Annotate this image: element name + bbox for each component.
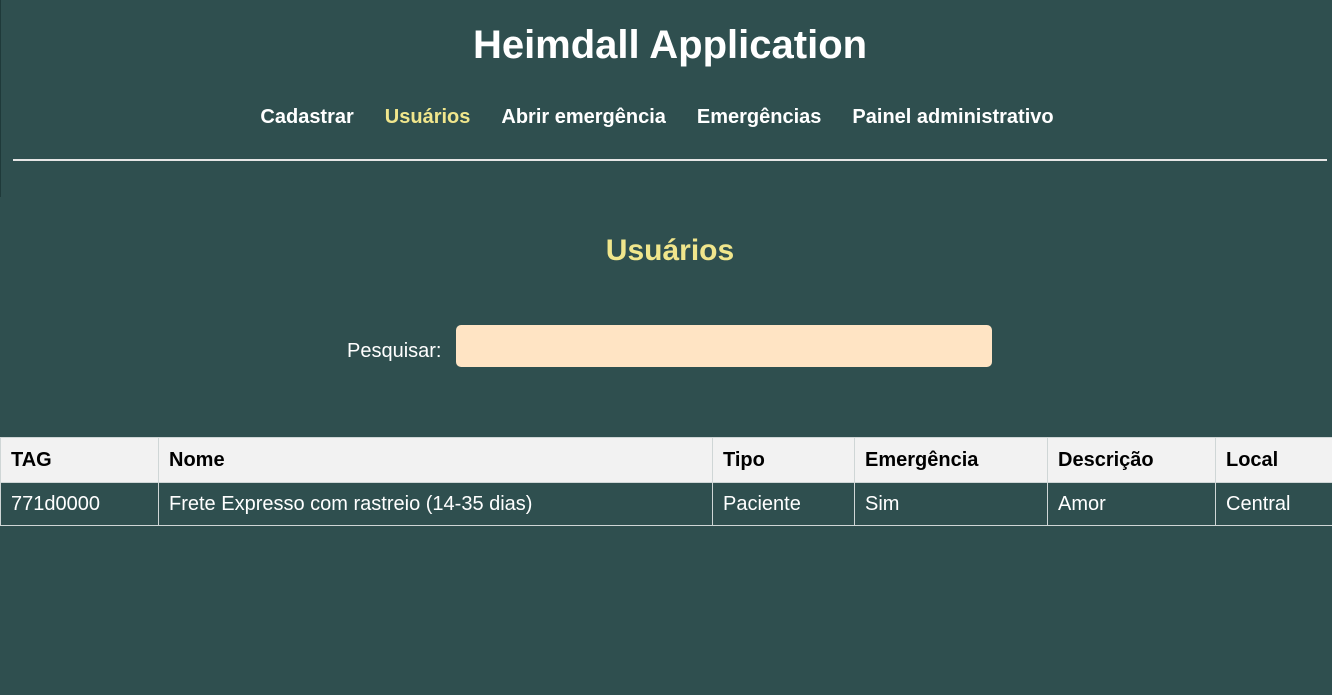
search-label: Pesquisar:	[347, 340, 442, 362]
app-header: Heimdall Application Cadastrar Usuários …	[0, 0, 1332, 200]
cell-nome: Frete Expresso com rastreio (14-35 dias)	[158, 482, 713, 526]
column-header-descricao[interactable]: Descrição	[1047, 437, 1216, 483]
column-header-tag[interactable]: TAG	[0, 437, 159, 483]
column-header-nome[interactable]: Nome	[158, 437, 713, 483]
users-table: TAG Nome Tipo Emergência Descrição Local…	[0, 437, 1332, 526]
nav-item-abrir-emergencia[interactable]: Abrir emergência	[501, 104, 666, 130]
cell-emergencia: Sim	[854, 482, 1048, 526]
nav-item-cadastrar[interactable]: Cadastrar	[260, 104, 353, 130]
table-row[interactable]: 771d0000 Frete Expresso com rastreio (14…	[0, 482, 1332, 526]
app-title: Heimdall Application	[472, 23, 868, 67]
column-header-emergencia[interactable]: Emergência	[854, 437, 1048, 483]
cell-tag: 771d0000	[0, 482, 159, 526]
cell-descricao: Amor	[1047, 482, 1216, 526]
main-nav: Cadastrar Usuários Abrir emergência Emer…	[0, 104, 1314, 130]
nav-item-emergencias[interactable]: Emergências	[697, 104, 822, 130]
nav-item-painel-administrativo[interactable]: Painel administrativo	[852, 104, 1053, 130]
column-header-local[interactable]: Local	[1215, 437, 1332, 483]
nav-item-usuarios[interactable]: Usuários	[385, 104, 471, 130]
table-header-row: TAG Nome Tipo Emergência Descrição Local	[0, 437, 1332, 483]
cell-tipo: Paciente	[712, 482, 855, 526]
column-header-tipo[interactable]: Tipo	[712, 437, 855, 483]
page-title: Usuários	[605, 234, 735, 267]
cell-local: Central	[1215, 482, 1332, 526]
search-input[interactable]	[456, 325, 992, 367]
header-divider	[13, 159, 1327, 161]
